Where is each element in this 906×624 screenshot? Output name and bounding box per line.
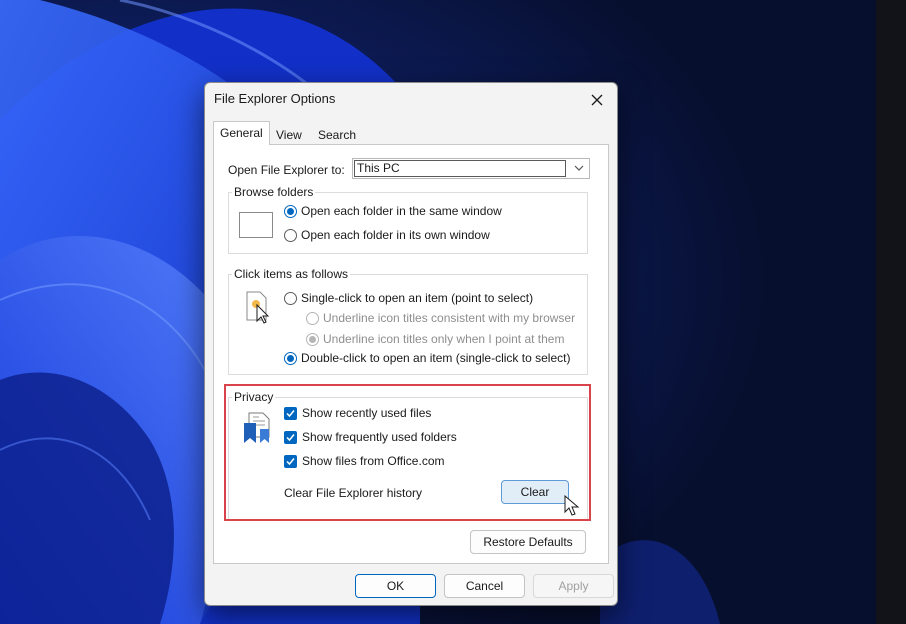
radio-same-window-label: Open each folder in the same window bbox=[301, 204, 502, 218]
radio-same-window[interactable]: Open each folder in the same window bbox=[284, 202, 502, 220]
radio-own-window-label: Open each folder in its own window bbox=[301, 228, 490, 242]
restore-defaults-button[interactable]: Restore Defaults bbox=[470, 530, 586, 554]
radio-underline-browser[interactable]: Underline icon titles consistent with my… bbox=[306, 309, 575, 327]
general-panel: Open File Explorer to: This PC Browse fo… bbox=[213, 144, 609, 564]
radio-single-click-label: Single-click to open an item (point to s… bbox=[301, 291, 534, 305]
radio-indicator bbox=[284, 291, 297, 305]
chevron-down-icon bbox=[574, 165, 584, 171]
close-icon bbox=[591, 94, 603, 106]
window-preview-icon bbox=[239, 212, 273, 238]
radio-double-click[interactable]: Double-click to open an item (single-cli… bbox=[284, 349, 570, 367]
close-button[interactable] bbox=[583, 87, 611, 113]
tab-search[interactable]: Search bbox=[312, 125, 362, 145]
browse-folders-legend: Browse folders bbox=[232, 185, 316, 199]
radio-double-click-label: Double-click to open an item (single-cli… bbox=[301, 351, 571, 365]
title-bar: File Explorer Options bbox=[205, 83, 617, 117]
radio-indicator bbox=[284, 204, 297, 218]
click-items-legend: Click items as follows bbox=[232, 267, 351, 281]
radio-indicator bbox=[284, 351, 297, 365]
ok-button[interactable]: OK bbox=[355, 574, 436, 598]
radio-indicator bbox=[284, 228, 297, 242]
file-explorer-options-dialog: File Explorer Options General View Searc… bbox=[204, 82, 618, 606]
apply-button[interactable]: Apply bbox=[533, 574, 614, 598]
cancel-button[interactable]: Cancel bbox=[444, 574, 525, 598]
tab-general[interactable]: General bbox=[213, 121, 270, 145]
tab-view[interactable]: View bbox=[270, 125, 308, 145]
radio-indicator bbox=[306, 311, 319, 325]
pointer-click-icon bbox=[246, 291, 270, 324]
radio-single-click[interactable]: Single-click to open an item (point to s… bbox=[284, 289, 533, 307]
radio-own-window[interactable]: Open each folder in its own window bbox=[284, 226, 490, 244]
radio-underline-point[interactable]: Underline icon titles only when I point … bbox=[306, 330, 564, 348]
open-to-value: This PC bbox=[354, 160, 566, 177]
privacy-highlight-box bbox=[224, 384, 591, 521]
open-to-label: Open File Explorer to: bbox=[228, 163, 345, 177]
radio-underline-browser-label: Underline icon titles consistent with my… bbox=[323, 311, 576, 325]
dialog-title: File Explorer Options bbox=[214, 91, 336, 106]
radio-indicator bbox=[306, 332, 319, 346]
open-to-dropdown[interactable]: This PC bbox=[352, 158, 590, 179]
radio-underline-point-label: Underline icon titles only when I point … bbox=[323, 332, 565, 346]
